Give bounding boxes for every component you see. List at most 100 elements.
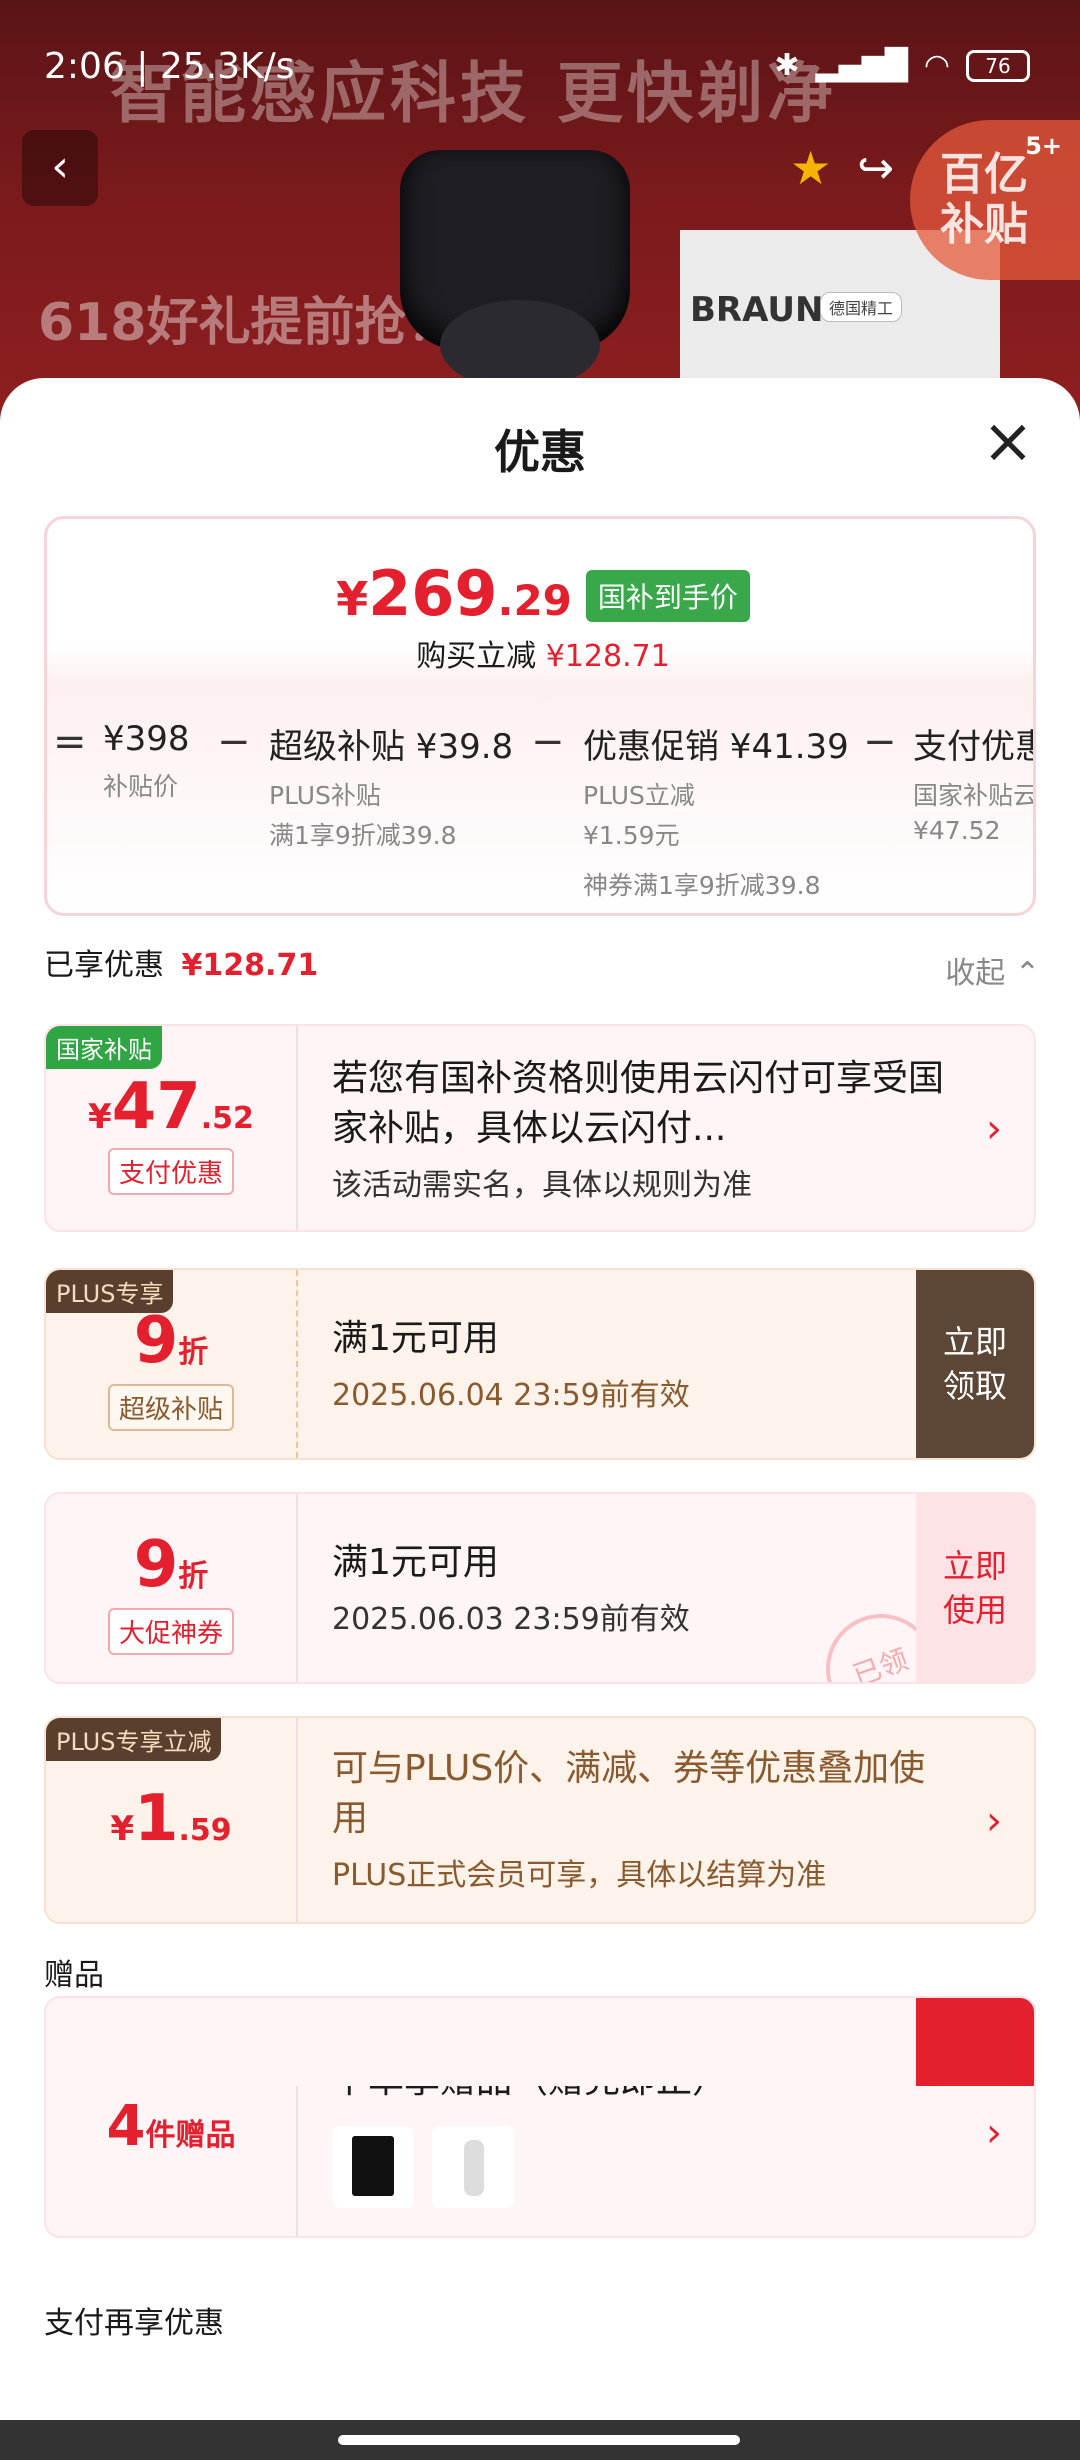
breakdown-line: 补贴价 [103, 772, 179, 801]
coupon-left: PLUS专享 9折 超级补贴 [46, 1270, 296, 1458]
breakdown-head: 支付优惠 [913, 727, 1036, 767]
pay-more-card[interactable] [44, 1996, 1036, 2086]
coupon-plus-reduction[interactable]: PLUS专享立减 ¥1.59 可与PLUS价、满减、券等优惠叠加使用 PLUS正… [44, 1716, 1036, 1924]
gifts-section-label: 赠品 [44, 1958, 104, 1993]
coupon-title: 满1元可用 [332, 1318, 499, 1359]
coupon-amount: 9折 [46, 1528, 296, 1602]
coupon-national-subsidy[interactable]: 国家补贴 ¥47.52 支付优惠 若您有国补资格则使用云闪付可享受国家补贴，具体… [44, 1024, 1036, 1232]
chevron-right-icon[interactable]: › [986, 1106, 1002, 1152]
coupon-amount-unit: 折 [178, 1559, 209, 1594]
coupon-badge: 支付优惠 [108, 1148, 234, 1195]
coupon-subtitle: PLUS正式会员可享，具体以结算为准 [332, 1858, 827, 1893]
signal-icon: ▂▄▆█ [815, 48, 908, 83]
breakdown-line: ¥47.52 [913, 816, 1001, 845]
gift-bottle-image [464, 2140, 484, 2196]
reduction-label: 购买立减 [416, 639, 537, 674]
close-button[interactable]: × [980, 410, 1036, 472]
coupon-amount-currency: ¥ [88, 1097, 112, 1137]
collapse-label: 收起 [945, 956, 1006, 991]
price-reduction: 购买立减 ¥128.71 [47, 631, 1033, 675]
breakdown-item: 超级补贴 ¥39.8 PLUS补贴 满1享9折减39.8 [269, 719, 513, 852]
price-summary: ¥269.29 国补到手价 购买立减 ¥128.71 = ¥398 补贴价 − … [44, 516, 1036, 916]
coupon-left: 9折 大促神券 [46, 1494, 296, 1682]
coupon-amount: ¥1.59 [46, 1782, 296, 1856]
coupon-amount-int: 9 [133, 1528, 179, 1602]
coupon-divider [296, 1494, 298, 1682]
breakdown-head: ¥398 [103, 719, 190, 759]
status-icons: ✱ ▂▄▆█ ◠ 76 [774, 48, 1030, 83]
box-badge: 德国精工 [820, 292, 903, 322]
claim-button-label: 立即 领取 [942, 1323, 1007, 1405]
coupon-amount-int: 1 [133, 1782, 179, 1856]
reduction-value: ¥128.71 [545, 639, 670, 674]
use-button-label: 立即 使用 [942, 1547, 1007, 1629]
breakdown-op: − [531, 719, 565, 765]
coupon-text: 可与PLUS价、满减、券等优惠叠加使用 PLUS正式会员可享，具体以结算为准 [332, 1744, 952, 1894]
use-button[interactable]: 立即 使用 [916, 1494, 1034, 1682]
breakdown-op: = [53, 719, 87, 765]
chevron-right-icon[interactable]: › [986, 1798, 1002, 1844]
coupon-title: 若您有国补资格则使用云闪付可享受国家补贴，具体以云闪付... [332, 1058, 945, 1149]
breakdown-item: 支付优惠 国家补贴云 ¥47.52 [913, 719, 1036, 845]
final-price-int: 269 [368, 557, 498, 630]
nav-actions: ★ ↪ [790, 130, 894, 206]
close-icon: × [982, 404, 1034, 477]
banner-promo: 618好礼提前抢！ [38, 293, 459, 353]
coupon-plus-super-subsidy: PLUS专享 9折 超级补贴 满1元可用 2025.06.04 23:59前有效… [44, 1268, 1036, 1460]
coupon-text: 满1元可用 2025.06.03 23:59前有效 [332, 1538, 690, 1638]
gift-bag-image [352, 2136, 394, 2196]
enjoyed-value: ¥128.71 [181, 948, 319, 983]
price-caret [526, 674, 558, 706]
breakdown-line: 满1享9折减39.8 [269, 821, 457, 850]
coupon-amount: 9折 [46, 1304, 296, 1378]
final-price-dec: .29 [497, 576, 572, 625]
subsidy-badge-label: 百亿 补贴 [940, 149, 1028, 250]
coupon-corner-tag: PLUS专享立减 [46, 1718, 222, 1761]
breakdown-line: PLUS补贴 [269, 781, 381, 810]
back-button[interactable]: ‹ [22, 130, 98, 206]
final-price-currency: ¥ [336, 572, 369, 626]
coupon-amount-dec: .52 [200, 1101, 254, 1136]
coupon-badge: 超级补贴 [108, 1384, 234, 1431]
coupon-subtitle: 该活动需实名，具体以规则为准 [332, 1168, 752, 1203]
coupon-text: 若您有国补资格则使用云闪付可享受国家补贴，具体以云闪付... 该活动需实名，具体… [332, 1054, 952, 1204]
shaver-base-image [440, 300, 600, 390]
enjoyed-discounts-label: 已享优惠 ¥128.71 [44, 940, 318, 984]
coupon-divider [296, 1718, 298, 1922]
breakdown-op: − [217, 719, 251, 765]
coupon-validity: 2025.06.03 23:59前有效 [332, 1602, 690, 1637]
home-indicator[interactable] [338, 2435, 740, 2445]
coupon-amount: ¥47.52 [46, 1070, 296, 1144]
gift-bag-thumbnail [332, 2126, 414, 2208]
gifts-count-unit: 件赠品 [145, 2118, 236, 2153]
coupon-left: PLUS专享立减 ¥1.59 [46, 1718, 296, 1922]
coupon-title: 可与PLUS价、满减、券等优惠叠加使用 [332, 1748, 926, 1839]
favorite-star-icon[interactable]: ★ [790, 141, 831, 195]
breakdown-line: ¥1.59元 [583, 821, 680, 850]
coupon-promo: 9折 大促神券 满1元可用 2025.06.03 23:59前有效 已领 立即 … [44, 1492, 1036, 1684]
gifts-count: 4件赠品 [46, 2094, 296, 2159]
breakdown-line: PLUS立减 [583, 781, 695, 810]
status-bar: 2:06 | 25.3K/s ✱ ▂▄▆█ ◠ 76 [0, 40, 1080, 100]
sheet-title: 优惠 [494, 425, 586, 479]
claim-button[interactable]: 立即 领取 [916, 1270, 1034, 1458]
coupon-amount-unit: 折 [178, 1335, 209, 1370]
coupon-amount-dec: .59 [178, 1813, 232, 1848]
gift-bottle-thumbnail [432, 2126, 514, 2208]
share-icon[interactable]: ↪ [857, 143, 894, 194]
breakdown-head: 超级补贴 ¥39.8 [269, 727, 514, 767]
pay-more-button[interactable] [916, 1998, 1034, 2086]
breakdown-op: − [863, 719, 897, 765]
status-time: 2:06 | 25.3K/s [44, 46, 295, 87]
subsidy-count: 5+ [1025, 132, 1062, 160]
discount-sheet: 优惠 × ¥269.29 国补到手价 购买立减 ¥128.71 = ¥398 补… [0, 378, 1080, 2460]
collapse-button[interactable]: 收起 ⌃ [945, 948, 1040, 992]
wifi-icon: ◠ [923, 48, 950, 83]
coupon-amount-currency: ¥ [110, 1809, 134, 1849]
gifts-count-number: 4 [106, 2094, 146, 2159]
breakdown-item: ¥398 补贴价 [103, 719, 190, 803]
final-price: ¥269.29 [336, 557, 572, 630]
breakdown-item: 优惠促销 ¥41.39 PLUS立减 ¥1.59元 神券满1享9折减39.8 [583, 719, 849, 902]
bluetooth-icon: ✱ [774, 48, 800, 83]
chevron-right-icon[interactable]: › [986, 2110, 1002, 2156]
